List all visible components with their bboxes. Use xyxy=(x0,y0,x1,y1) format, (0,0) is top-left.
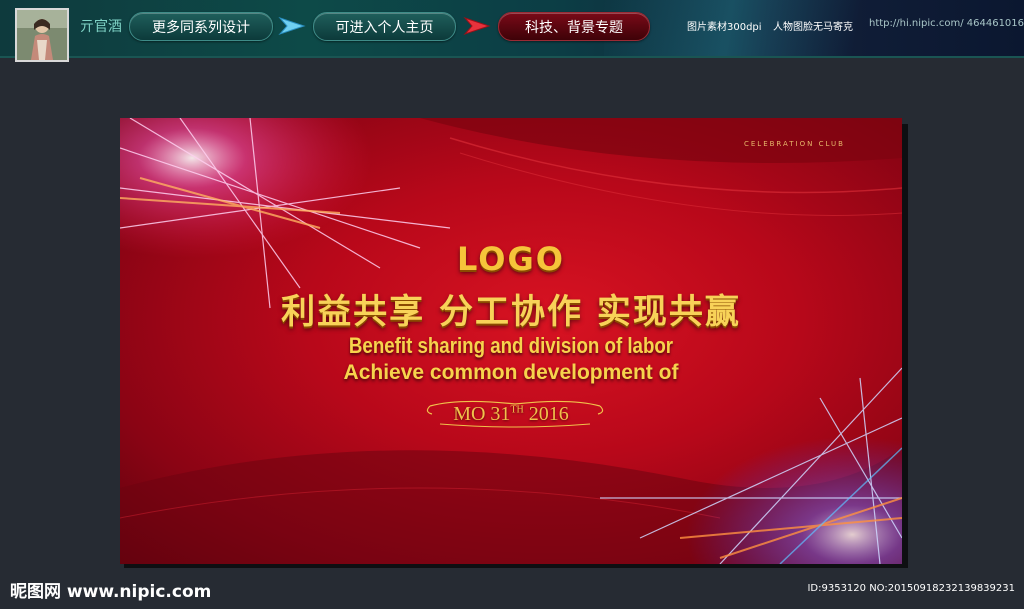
author-name[interactable]: 亓官酒 xyxy=(80,16,122,36)
club-label: CELEBRATION CLUB xyxy=(744,140,845,148)
poster-date: MO 31TH 2016 xyxy=(120,403,902,426)
more-series-button[interactable]: 更多同系列设计 xyxy=(129,12,273,41)
date-suffix: TH xyxy=(510,404,524,416)
arrow-right-icon xyxy=(463,16,491,36)
poster-subtitle-1: Benefit sharing and division of labor xyxy=(348,333,674,358)
resolution-info: 图片素材300dpi xyxy=(687,22,762,33)
license-info: 人物图脸无马寄克 xyxy=(773,22,853,33)
date-year: 2016 xyxy=(528,403,569,425)
personal-homepage-button[interactable]: 可进入个人主页 xyxy=(313,12,456,41)
author-url[interactable]: http://hi.nipic.com/ 464461016 xyxy=(869,18,1024,29)
site-logo[interactable]: 昵图网 www.nipic.com xyxy=(10,577,211,602)
arrow-right-icon xyxy=(278,16,306,36)
poster-subtitle-2: Achieve common development of xyxy=(343,361,679,384)
poster-image: CELEBRATION CLUB LOGO 利益共享 分工协作 实现共赢 Ben… xyxy=(120,118,902,564)
image-id-label: ID:9353120 NO:20150918232139839231 xyxy=(807,583,1015,594)
poster-logo-text: LOGO xyxy=(457,240,565,278)
topic-button[interactable]: 科技、背景专题 xyxy=(498,12,650,41)
poster-title-chinese: 利益共享 分工协作 实现共赢 xyxy=(281,292,741,332)
date-day: MO 31 xyxy=(453,403,511,425)
author-avatar[interactable] xyxy=(15,8,69,62)
